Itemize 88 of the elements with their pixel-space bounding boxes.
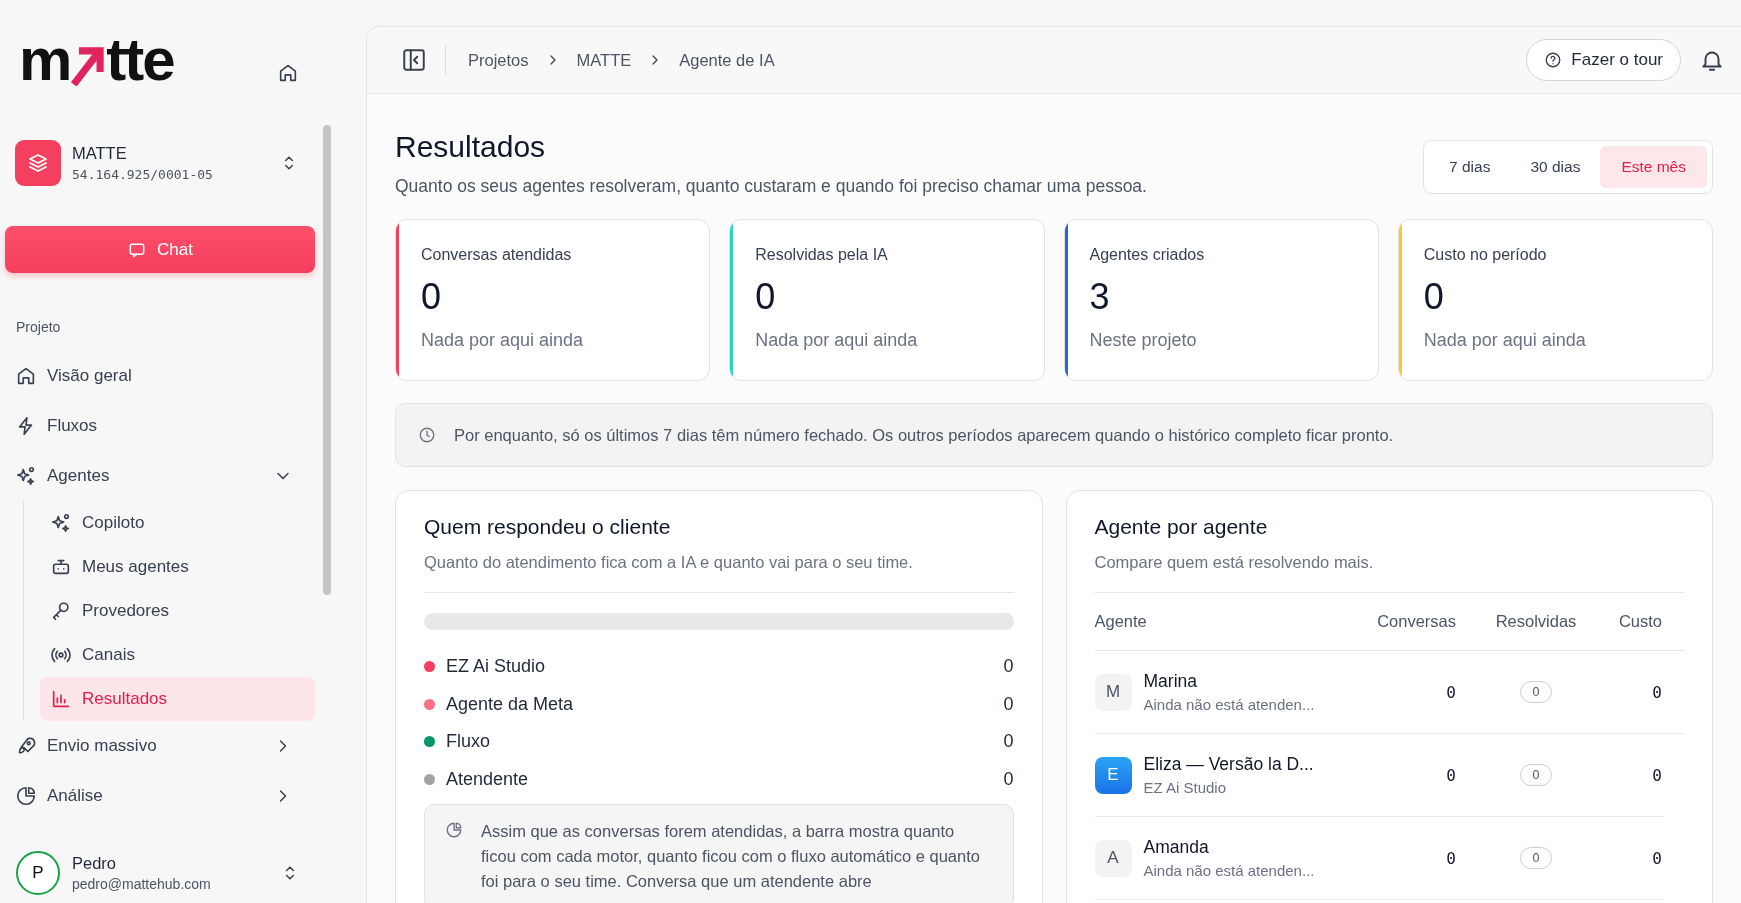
stat-label: Agentes criados bbox=[1089, 246, 1205, 264]
agent-avatar: M bbox=[1094, 673, 1132, 711]
stat-value: 0 bbox=[1423, 276, 1445, 318]
column-header: Custo bbox=[1617, 612, 1663, 631]
legend-value: 0 bbox=[1003, 693, 1014, 715]
page-subtitle: Quanto os seus agentes resolveram, quanto custaram e quando foi preciso chamar uma pessoa. bbox=[395, 176, 1147, 197]
help-icon bbox=[1544, 51, 1563, 69]
legend-label: EZ Ai Studio bbox=[446, 656, 547, 678]
stat-label: Resolvidas pela IA bbox=[755, 246, 889, 264]
pie-chart-icon bbox=[445, 821, 463, 839]
sidebar-toggle-button[interactable] bbox=[401, 47, 427, 73]
legend-label: Agente da Meta bbox=[446, 693, 575, 715]
table-cell: 0 bbox=[1446, 765, 1456, 785]
card-title: Quem respondeu o cliente bbox=[424, 515, 672, 539]
user-name: Pedro bbox=[72, 854, 118, 873]
nav-item[interactable]: Meus agentes bbox=[40, 545, 315, 589]
legend-value: 0 bbox=[1003, 768, 1014, 790]
user-menu[interactable]: P Pedro pedro@mattehub.com bbox=[16, 851, 316, 895]
agent-avatar: A bbox=[1094, 839, 1132, 877]
agent-subtitle: EZ Ai Studio bbox=[1143, 779, 1228, 796]
page-title: Resultados bbox=[395, 130, 547, 164]
org-id: 54.164.925/0001-05 bbox=[72, 167, 214, 182]
column-header: Conversas bbox=[1376, 612, 1457, 631]
nav-item[interactable]: Envio massivo bbox=[5, 721, 315, 771]
agent-name: Amanda bbox=[1143, 837, 1210, 858]
stat-note: Nada por aqui ainda bbox=[755, 330, 918, 351]
pie-chart-icon bbox=[15, 785, 37, 807]
table-cell: 0 bbox=[1652, 765, 1662, 785]
user-email: pedro@mattehub.com bbox=[72, 876, 212, 892]
legend-value: 0 bbox=[1003, 656, 1014, 678]
legend-value: 0 bbox=[1003, 731, 1014, 753]
nav-item[interactable]: Agentes bbox=[5, 451, 315, 501]
nav-item[interactable]: Visão geral bbox=[5, 351, 315, 401]
stat-note: Nada por aqui ainda bbox=[1423, 330, 1586, 351]
table-cell: 0 bbox=[1652, 848, 1662, 868]
breadcrumb-link[interactable]: Projetos bbox=[468, 50, 529, 70]
layers-icon bbox=[26, 151, 50, 175]
sparkles-icon bbox=[15, 465, 37, 487]
tour-button[interactable]: Fazer o tour bbox=[1526, 39, 1681, 81]
info-text: Assim que as conversas forem atendidas, a barra mostra quanto ficou com cada motor, quanto ficou com o fluxo automático e quanto foi para o seu time. Conversa que um atendente abre bbox=[481, 821, 981, 892]
stat-value: 3 bbox=[1089, 276, 1111, 318]
bar-chart-icon bbox=[50, 688, 72, 710]
period-tab[interactable]: Este mês bbox=[1600, 146, 1707, 188]
stat-value: 0 bbox=[421, 276, 443, 318]
period-tab[interactable]: 7 dias bbox=[1429, 146, 1511, 188]
breadcrumb-link[interactable]: Agente de IA bbox=[679, 50, 775, 70]
logo[interactable]: m tte bbox=[19, 30, 174, 90]
section-label: Projeto bbox=[16, 319, 62, 335]
nav-item[interactable]: Fluxos bbox=[5, 401, 315, 451]
scrollbar[interactable] bbox=[323, 125, 331, 595]
table-cell: 0 bbox=[1446, 848, 1456, 868]
card-title: Agente por agente bbox=[1094, 515, 1269, 539]
agent-avatar: E bbox=[1094, 756, 1132, 794]
card-subtitle: Compare quem está resolvendo mais. bbox=[1094, 553, 1375, 572]
sparkles-icon bbox=[50, 512, 72, 534]
stat-value: 0 bbox=[755, 276, 777, 318]
stat-note: Nada por aqui ainda bbox=[421, 330, 584, 351]
legend-label: Atendente bbox=[446, 768, 530, 790]
agent-subtitle: Ainda não está atenden... bbox=[1143, 696, 1315, 713]
nav-item[interactable]: Resultados bbox=[40, 677, 315, 721]
stat-label: Custo no período bbox=[1423, 246, 1548, 264]
column-header: Agente bbox=[1094, 612, 1148, 631]
nav-item[interactable]: Análise bbox=[5, 771, 315, 821]
breadcrumb-link[interactable]: MATTE bbox=[576, 50, 632, 70]
column-header: Resolvidas bbox=[1494, 612, 1578, 631]
clock-icon bbox=[418, 426, 436, 444]
agent-name: Marina bbox=[1143, 671, 1198, 692]
home-icon bbox=[15, 365, 37, 387]
nav-item[interactable]: Canais bbox=[40, 633, 315, 677]
stat-label: Conversas atendidas bbox=[421, 246, 573, 264]
notice-text: Por enquanto, só os últimos 7 dias têm número fechado. Os outros períodos aparecem quando o histórico completo ficar pronto. bbox=[454, 425, 1394, 445]
nav-item[interactable]: Copiloto bbox=[40, 501, 315, 545]
table-cell: 0 bbox=[1652, 682, 1662, 702]
home-button[interactable] bbox=[277, 62, 299, 84]
user-avatar: P bbox=[16, 851, 60, 895]
legend-label: Fluxo bbox=[446, 731, 491, 753]
agent-subtitle: Ainda não está atenden... bbox=[1143, 862, 1315, 879]
nav-item[interactable]: Provedores bbox=[40, 589, 315, 633]
period-tab[interactable]: 30 dias bbox=[1510, 146, 1601, 188]
key-icon bbox=[50, 600, 72, 622]
org-switcher[interactable]: MATTE 54.164.925/0001-05 bbox=[15, 138, 315, 188]
stat-note: Neste projeto bbox=[1089, 330, 1198, 351]
org-name: MATTE bbox=[72, 144, 128, 163]
sidebar-toggle-icon bbox=[401, 47, 427, 73]
agent-name: Eliza — Versão la D... bbox=[1143, 754, 1314, 775]
home-icon bbox=[277, 62, 299, 84]
table-cell: 0 bbox=[1446, 682, 1456, 702]
card-subtitle: Quanto do atendimento fica com a IA e quanto vai para o seu time. bbox=[424, 553, 914, 572]
